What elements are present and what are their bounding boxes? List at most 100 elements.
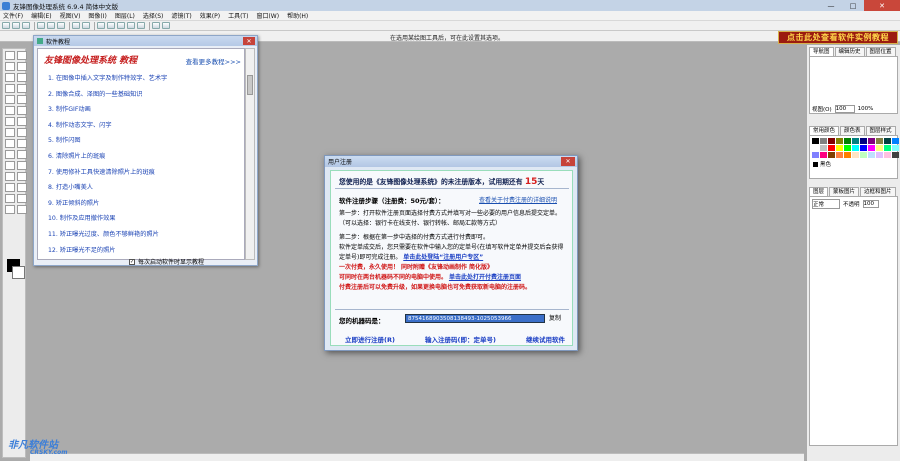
copy-button[interactable]: 复制 [549,313,561,322]
tutorial-item[interactable]: 1. 在图像中插入文字及制作特效字、艺术字 [48,71,167,87]
print-icon[interactable] [97,22,105,29]
tab-history[interactable]: 编辑历史 [834,47,865,56]
scrollbar-thumb[interactable] [247,75,253,95]
payment-details-link[interactable]: 查看关于付费注册的详细说明 [479,195,557,204]
tool-icon[interactable] [17,128,27,137]
menu-window[interactable]: 窗口(W) [256,11,279,20]
tutorial-banner[interactable]: 点击此处查看软件实例教程 [778,31,898,44]
tab-border[interactable]: 边框和图片 [860,187,896,196]
tool-icon[interactable] [17,139,27,148]
color-swatch[interactable] [868,138,875,144]
tool-icon[interactable] [5,172,15,181]
color-swatch[interactable] [812,152,819,158]
tutorial-item[interactable]: 5. 制作闪图 [48,133,167,149]
color-swatch[interactable] [868,152,875,158]
tool-icon[interactable] [17,106,27,115]
color-swatch[interactable] [844,138,851,144]
cut-icon[interactable] [37,22,45,29]
color-swatch[interactable] [852,152,859,158]
new-file-icon[interactable] [2,22,10,29]
color-swatch[interactable] [884,152,891,158]
tool-icon[interactable] [17,62,27,71]
tool-icon[interactable] [5,62,15,71]
color-swatch[interactable] [812,138,819,144]
tutorial-scrollbar[interactable] [245,48,255,260]
register-close-button[interactable]: ✕ [561,157,575,166]
menu-select[interactable]: 选择(S) [143,11,164,20]
tool-icon[interactable] [5,73,15,82]
help-icon[interactable] [162,22,170,29]
color-swatch[interactable] [844,152,851,158]
machine-code-field[interactable]: 8754168903508138493-1025053966 [405,314,545,323]
menu-view[interactable]: 视图(V) [60,11,81,20]
tool-icon[interactable] [17,183,27,192]
tool-icon[interactable] [5,51,15,60]
menu-edit[interactable]: 编辑(E) [31,11,51,20]
tool-icon[interactable] [5,183,15,192]
color-swatch[interactable] [852,145,859,151]
color-swatch[interactable] [820,152,827,158]
color-swatch[interactable] [876,145,883,151]
color-swatch[interactable] [812,145,819,151]
color-swatch[interactable] [836,145,843,151]
tool-icon[interactable] [5,95,15,104]
tool-icon[interactable] [5,117,15,126]
tab-navigator[interactable]: 导航图 [809,47,834,56]
tool-icon[interactable] [5,128,15,137]
menu-layer[interactable]: 图层(L) [115,11,135,20]
color-swatch[interactable] [820,145,827,151]
color-swatch[interactable] [892,138,899,144]
tutorial-item[interactable]: 11. 矫正曝光过度、颜色不够鲜艳的照片 [48,227,167,243]
color-swatch[interactable] [892,145,899,151]
tab-common-colors[interactable]: 常用颜色 [809,126,840,135]
tool-icon[interactable] [5,106,15,115]
tutorial-item[interactable]: 2. 图像合成、泽图的一些基础知识 [48,87,167,103]
copy-icon[interactable] [47,22,55,29]
tool-icon[interactable] [17,172,27,181]
tutorial-item[interactable]: 3. 制作GIF动画 [48,102,167,118]
continue-trial-button[interactable]: 继续试用软件 [526,334,565,344]
tool-icon[interactable] [17,205,27,214]
tutorial-item[interactable]: 10. 制作及应用撤作效果 [48,211,167,227]
menu-tools[interactable]: 工具(T) [228,11,248,20]
canvas-scrollbar[interactable] [30,453,804,461]
tutorial-item[interactable]: 7. 使用修补工具快速清除照片上的斑痕 [48,165,167,181]
blend-mode-select[interactable]: 正常 [812,199,840,209]
menu-image[interactable]: 图像(I) [88,11,106,20]
tab-mask[interactable]: 蒙板图片 [829,187,860,196]
color-swatch[interactable] [876,152,883,158]
tab-layers[interactable]: 图层 [809,187,829,196]
tutorial-item[interactable]: 8. 打造小嘴美人 [48,180,167,196]
color-swatch[interactable] [884,138,891,144]
color-swatch[interactable] [860,152,867,158]
menu-file[interactable]: 文件(F) [3,11,23,20]
open-file-icon[interactable] [12,22,20,29]
tab-layer-style[interactable]: 图层样式 [865,126,896,135]
color-swatch[interactable] [820,138,827,144]
color-swatch[interactable] [892,152,899,158]
user-area-link[interactable]: 单击此处登陆“注册用户专区” [403,254,483,261]
opacity-input[interactable]: 100 [862,200,879,208]
crop-icon[interactable] [127,22,135,29]
tool-icon[interactable] [5,139,15,148]
color-swatch[interactable] [868,145,875,151]
lightbulb-icon[interactable] [152,22,160,29]
tool-icon[interactable] [17,73,27,82]
maximize-button[interactable]: □ [842,0,864,11]
tool-icon[interactable] [17,95,27,104]
tutorial-item[interactable]: 9. 矫正倾斜的照片 [48,196,167,212]
color-swatch[interactable] [828,152,835,158]
more-tutorials-link[interactable]: 查看更多教程>>> [186,56,241,66]
tool-icon[interactable] [17,161,27,170]
tutorial-item[interactable]: 12. 矫正曝光不足的照片 [48,243,167,259]
color-swatch[interactable] [852,138,859,144]
rotate-icon[interactable] [117,22,125,29]
color-swatch[interactable] [828,145,835,151]
tool-icon[interactable] [17,117,27,126]
color-swatch[interactable] [860,138,867,144]
minimize-button[interactable]: — [820,0,842,11]
show-on-startup[interactable]: ✓ 每次启动软件时显示教程 [129,257,204,266]
undo-icon[interactable] [72,22,80,29]
tool-icon[interactable] [5,205,15,214]
tutorial-item[interactable]: 6. 清除照片上的斑痕 [48,149,167,165]
